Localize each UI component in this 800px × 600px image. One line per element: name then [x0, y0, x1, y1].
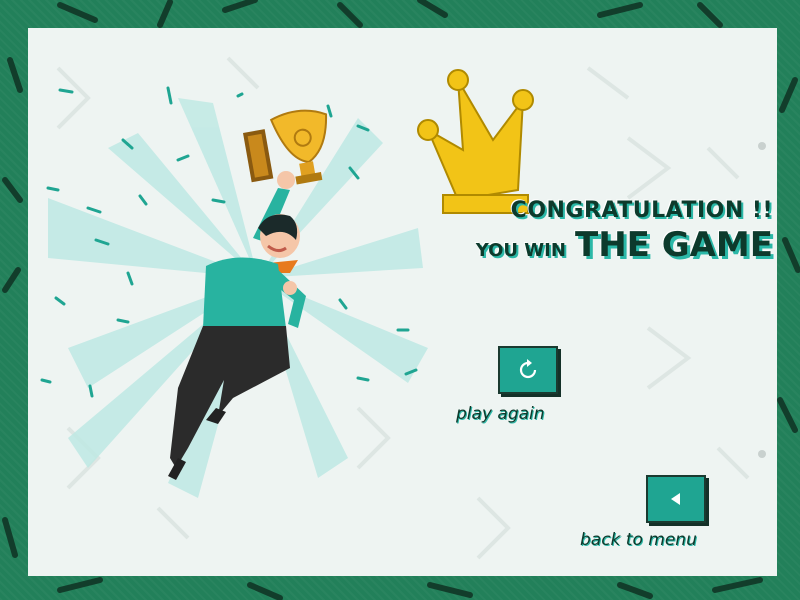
victory-panel: CONGRATULATION !! YOU WIN THE GAME play … — [28, 28, 777, 576]
scroll-dot-bottom — [758, 450, 766, 458]
replay-icon — [519, 359, 537, 379]
you-win-text: YOU WIN — [475, 240, 566, 261]
victory-title: CONGRATULATION !! YOU WIN THE GAME — [476, 198, 773, 265]
congratulation-text: CONGRATULATION !! — [510, 198, 773, 223]
back-arrow-icon — [671, 493, 680, 505]
you-win-line: YOU WIN THE GAME — [476, 225, 773, 265]
play-again-label[interactable]: play again — [456, 404, 545, 424]
the-game-text: THE GAME — [575, 225, 773, 265]
play-again-button[interactable] — [498, 346, 558, 394]
crown-icon — [417, 69, 534, 214]
scroll-dot-top — [758, 142, 766, 150]
back-to-menu-button[interactable] — [646, 475, 706, 523]
back-to-menu-label[interactable]: back to menu — [580, 530, 697, 550]
